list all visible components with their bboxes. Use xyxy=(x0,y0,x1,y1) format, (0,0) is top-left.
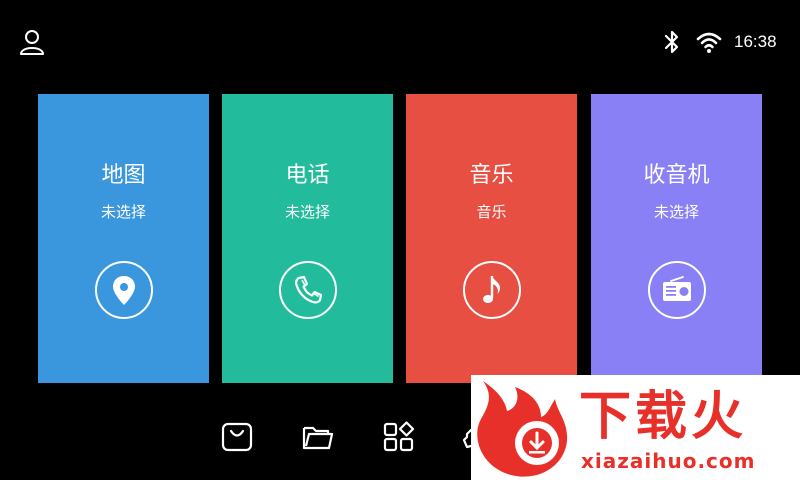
card-subtitle: 音乐 xyxy=(476,203,507,221)
radio-icon xyxy=(663,276,691,301)
apps-grid-icon[interactable] xyxy=(382,420,416,454)
user-icon[interactable] xyxy=(18,28,46,56)
card-subtitle: 未选择 xyxy=(284,203,330,221)
phone-card[interactable]: 电话 未选择 xyxy=(222,94,393,383)
location-pin-icon xyxy=(113,276,135,305)
card-icon-ring xyxy=(648,261,706,319)
map-card[interactable]: 地图 未选择 xyxy=(38,94,209,383)
music-note-icon xyxy=(483,276,500,303)
watermark-text: 下载火 xyxy=(579,387,748,447)
card-icon-ring xyxy=(95,261,153,319)
bluetooth-icon xyxy=(664,30,679,54)
card-icon-ring xyxy=(279,261,337,319)
status-clock: 16:38 xyxy=(734,32,777,51)
card-title: 电话 xyxy=(285,163,330,188)
card-title: 地图 xyxy=(101,163,146,188)
folder-icon[interactable] xyxy=(301,420,335,454)
watermark-logo: 下载火 xiazaihuo.com xyxy=(471,375,800,480)
card-title: 收音机 xyxy=(643,163,710,188)
card-icon-ring xyxy=(463,261,521,319)
radio-card[interactable]: 收音机 未选择 xyxy=(591,94,762,383)
card-title: 音乐 xyxy=(469,163,514,188)
card-subtitle: 未选择 xyxy=(100,203,146,221)
watermark-url: xiazaihuo.com xyxy=(581,449,756,473)
music-card[interactable]: 音乐 音乐 xyxy=(406,94,577,383)
shopping-bag-icon[interactable] xyxy=(220,420,254,454)
wifi-icon xyxy=(696,32,722,53)
card-subtitle: 未选择 xyxy=(653,203,699,221)
flame-logo-icon xyxy=(477,381,568,477)
status-bar: 16:38 xyxy=(0,0,800,84)
phone-icon xyxy=(295,275,323,304)
